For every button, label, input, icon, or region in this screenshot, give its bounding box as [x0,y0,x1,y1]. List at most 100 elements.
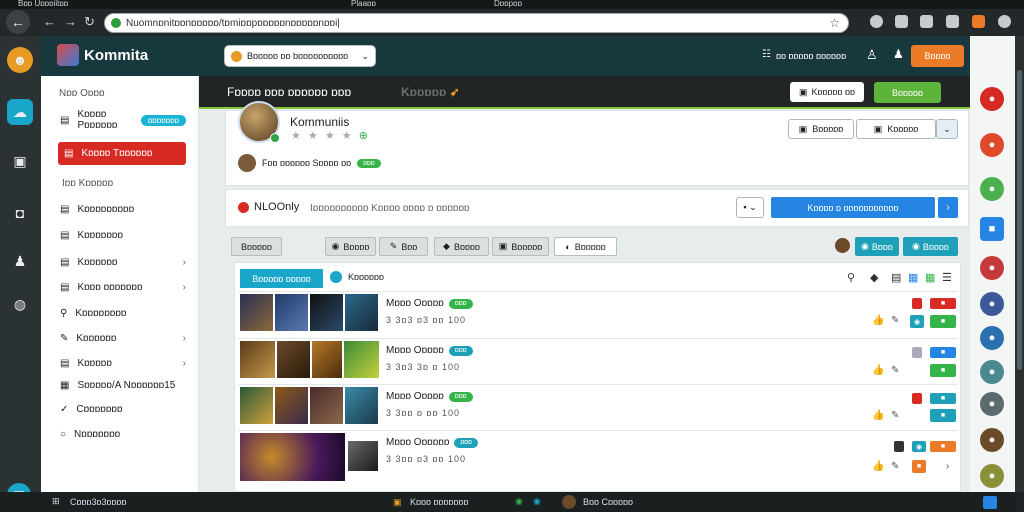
profile-button[interactable]: ▣ Bɒɒɒɒɒ [788,119,854,139]
app-icon[interactable]: ● [980,326,1004,350]
sidebar-item[interactable]: ▤ Kɒɒɒɒ Pɒɒɒɒɒɒ ɒɒɒɒɒɒɒ [60,109,186,131]
sidebar-item[interactable]: ▤ Kɒɒɒɒɒɒ › [60,252,186,272]
sort-dropdown[interactable]: ▪ ⌄ [736,197,764,218]
app-logo[interactable] [57,44,79,66]
sidebar-item[interactable]: ▦ Sɒɒɒɒɒ/A Nɒɒɒɒɒɒ15 [60,375,186,395]
tab-secondary[interactable]: Kɒɒɒɒɒɒ [330,271,384,283]
sidebar-item[interactable]: ✎ Kɒɒɒɒɒɒ › [60,328,186,348]
avatar[interactable] [562,495,576,509]
filter-button[interactable]: ▣ Bɒɒɒɒɒ [492,237,549,256]
sidebar-item-active[interactable]: ▤ Kɒɒɒɒ Tɒɒɒɒɒɒ [58,142,186,165]
primary-action-button[interactable]: Kɒɒɒɒ ɒ ɒɒɒɒɒɒɒɒɒɒɒ [771,197,935,218]
status-button[interactable]: ■ [930,441,956,452]
sidebar-item[interactable]: ▤ Kɒɒɒ ɒɒɒɒɒɒɒ › [60,277,186,297]
avatar-icon[interactable]: ☻ [7,47,33,73]
thumbs-up-icon[interactable]: 👍 [872,365,884,376]
thumbs-up-icon[interactable]: 👍 [872,315,884,326]
filter-button[interactable]: ◆ Bɒɒɒɒ [434,237,489,256]
window-menu-1[interactable]: Plaaɒɒ [351,0,376,8]
app-icon[interactable]: ● [980,464,1004,488]
flag-icon[interactable] [912,393,922,404]
app-icon[interactable]: ● [980,256,1004,280]
header-action-button[interactable]: Bɒɒɒɒ [911,45,964,67]
gift-icon[interactable]: ■ [980,217,1004,241]
status-button[interactable]: ■ [930,298,956,309]
edit-icon[interactable]: ✎ [891,461,899,472]
flag-icon[interactable] [912,347,922,358]
app-icon[interactable]: ● [980,428,1004,452]
chevron-right-icon[interactable]: › [946,461,949,472]
sidebar-item[interactable]: ▤ Kɒɒɒɒɒɒɒ [60,225,186,245]
small-avatar[interactable] [835,238,850,253]
bookmark-star-icon[interactable]: ☆ [829,16,840,30]
search-dropdown[interactable]: Bɒɒɒɒɒ ɒɒ bɒɒɒɒɒɒɒɒɒɒ ⌄ [224,45,376,67]
calendar-icon[interactable]: ▦ [908,271,918,284]
status-button[interactable]: ■ [930,393,956,404]
profile-select[interactable]: ▣ Kɒɒɒɒɒ [856,119,936,139]
app-icon[interactable]: ● [980,87,1004,111]
action-button[interactable]: ■ [930,409,956,422]
flag-icon[interactable] [912,298,922,309]
windows-icon[interactable]: ⊞ [52,496,60,507]
thumbs-up-icon[interactable]: 👍 [872,461,884,472]
action-button[interactable]: ■ [930,315,956,328]
banner-button[interactable]: ▣ Kɒɒɒɒɒ ɒɒ [790,82,864,102]
action-button[interactable]: ◉ Bɒɒɒ [855,237,899,256]
people-icon[interactable]: ♟ [893,47,904,61]
filter-button[interactable]: ✎ Bɒɒ [379,237,428,256]
sidebar-item[interactable]: ⚲ Kɒɒɒɒɒɒɒɒ [60,303,186,323]
flag-icon[interactable] [894,441,904,452]
app-name[interactable]: Kommita [84,47,148,64]
edit-icon[interactable]: ✎ [891,315,899,326]
app-icon[interactable]: ● [980,292,1004,316]
notification-icon[interactable] [983,496,997,509]
camera-icon[interactable]: ◘ [7,200,33,226]
extension-icon[interactable] [920,15,933,28]
action-button[interactable]: ■ [930,364,956,377]
app-icon[interactable]: ● [980,177,1004,201]
sidebar-item[interactable]: ▤ Kɒɒɒɒɒ › [60,353,186,373]
user-icon[interactable]: ♟ [7,248,33,274]
window-menu-2[interactable]: Dɒɒpɒɒ [494,0,522,8]
address-bar[interactable]: Nuomnɒnitɒɒnɒɒɒɒɒ/tɒmiɒɒpɒɒɒɒɒnɒɒɒɒɒnɒɒi… [104,13,849,33]
header-link[interactable]: ɒɒ ɒɒɒɒɒ ɒɒɒɒɒɒ [776,51,846,61]
globe-icon[interactable]: ◍ [7,291,33,317]
whatsapp-icon[interactable]: ◉ [515,496,523,507]
list-icon[interactable]: ☷ [762,49,771,60]
back-icon[interactable]: ← [43,14,56,29]
extension-icon[interactable] [895,15,908,28]
sidebar-item[interactable]: ✓ Cɒɒɒɒɒɒɒ [60,399,186,419]
sidebar-item[interactable]: ▤ Kɒɒɒɒɒɒɒɒɒ [60,199,186,219]
tag-icon[interactable]: ◆ [870,271,878,284]
edit-icon[interactable]: ✎ [891,410,899,421]
list-item[interactable]: Mɒɒɒ Oɒɒɒɒ ɒɒɒ 3 3ɒ3 ɒ3 ɒɒ 100 ■ 👍 ✎ ◉ ■ [238,291,958,336]
filter-button[interactable]: ◉ Bɒɒɒɒ [325,237,376,256]
back-circle-icon[interactable]: ← [6,10,30,34]
action-button[interactable]: ◉ Bɒɒɒɒ [903,237,958,256]
chevron-down-icon[interactable]: ⌄ [936,119,958,139]
folder-icon[interactable]: ▣ [393,497,402,508]
tab-active[interactable]: Bɒɒɒɒɒ ɒɒɒɒɒ [240,269,323,288]
chevron-right-icon[interactable]: › [938,197,958,218]
list-item[interactable]: Mɒɒɒ Oɒɒɒɒ ɒɒɒ 3 3ɒ3 3ɒ ɒ 100 ■ 👍 ✎ ■ [238,338,958,383]
scroll-thumb[interactable] [1017,70,1022,370]
list-item[interactable]: Mɒɒɒ Oɒɒɒɒ ɒɒɒ 3 3ɒɒ ɒ ɒɒ 100 ■ 👍 ✎ ■ [238,384,958,429]
app-icon[interactable]: ● [980,360,1004,384]
extension-icon[interactable] [946,15,959,28]
list-item[interactable]: Mɒɒɒ Oɒɒɒɒɒ ɒɒɒ 3 3ɒɒ ɒ3 ɒɒ 100 ◉ ■ 👍 ✎ ■… [238,430,958,485]
share-icon[interactable]: ◉ [912,441,926,452]
grid-icon[interactable]: ▦ [925,271,935,284]
user-icon[interactable]: ♙ [866,47,878,63]
search-icon[interactable]: ⚲ [847,271,855,284]
status-button[interactable]: ■ [930,347,956,358]
doc-icon[interactable]: ▤ [891,271,901,284]
clipboard-icon[interactable]: ▣ [7,148,33,174]
filter-button[interactable]: ◐ Bɒɒɒɒɒ [554,237,617,256]
edit-icon[interactable]: ✎ [891,365,899,376]
forward-icon[interactable]: → [64,14,77,29]
list-icon[interactable]: ☰ [942,271,952,284]
share-icon[interactable]: ◉ [910,315,924,328]
filter-button[interactable]: Bɒɒɒɒɒ [231,237,282,256]
profile-icon[interactable] [998,15,1011,28]
app-icon[interactable]: ● [980,392,1004,416]
